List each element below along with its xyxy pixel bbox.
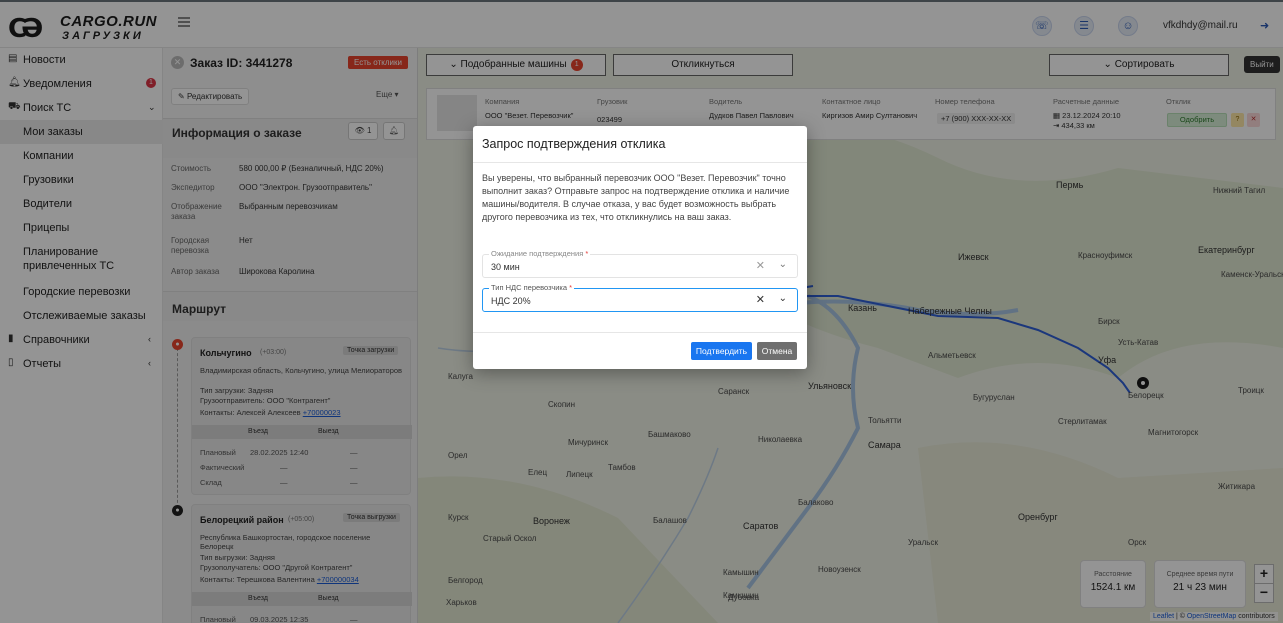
field-label: Ожидание подтверждения * [489,249,591,258]
field-label-text: Ожидание подтверждения [491,249,584,258]
vat-type-select[interactable]: Тип НДС перевозчика * НДС 20% ✕ ⌄ [482,283,798,312]
confirm-response-modal: Запрос подтверждения отклика Вы уверены,… [473,126,807,369]
required-mark: * [569,283,573,292]
field-value: 30 мин [491,262,520,272]
chevron-down-icon[interactable]: ⌄ [779,259,787,270]
field-label: Тип НДС перевозчика * [489,283,575,292]
modal-divider [473,162,807,163]
field-label-text: Тип НДС перевозчика [491,283,568,292]
clear-icon[interactable]: ✕ [756,293,765,306]
wait-confirmation-select[interactable]: Ожидание подтверждения * 30 мин ✕ ⌄ [482,249,798,278]
modal-text: Вы уверены, что выбранный перевозчик ООО… [482,173,790,222]
clear-icon[interactable]: ✕ [756,259,765,272]
modal-divider [473,332,807,333]
confirm-button[interactable]: Подтвердить [691,342,752,360]
cancel-button[interactable]: Отмена [757,342,797,360]
modal-title: Запрос подтверждения отклика [482,137,666,151]
chevron-down-icon[interactable]: ⌄ [779,293,787,304]
required-mark: * [585,249,589,258]
field-value: НДС 20% [491,296,531,306]
